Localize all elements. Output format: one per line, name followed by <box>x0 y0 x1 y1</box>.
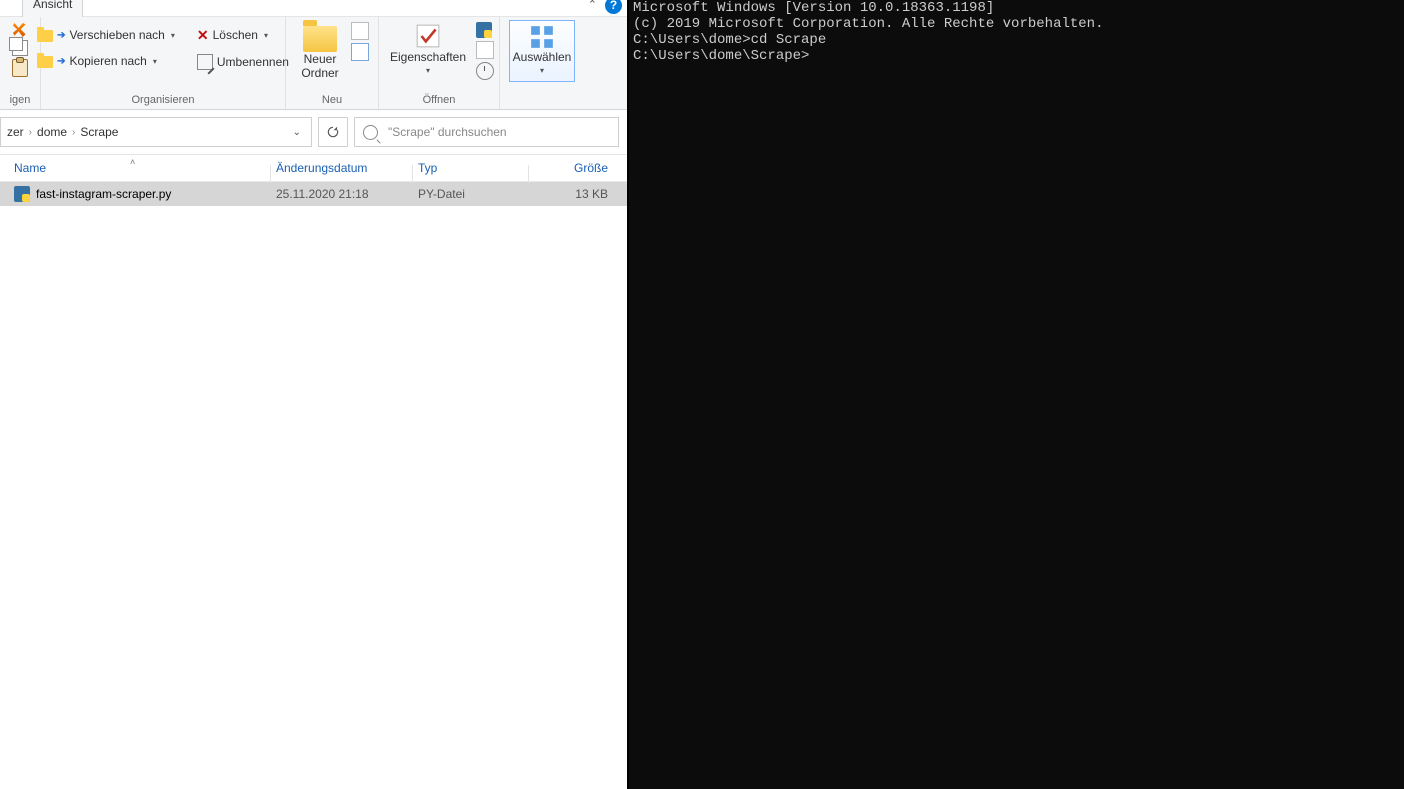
file-list[interactable]: Name ˄ Änderungsdatum Typ Größe fast-ins… <box>0 155 627 789</box>
rename-label: Umbenennen <box>217 55 289 69</box>
file-type: PY-Datei <box>418 187 534 201</box>
sort-asc-icon: ˄ <box>130 157 135 167</box>
breadcrumb-segment[interactable]: zer <box>7 125 24 139</box>
search-input[interactable] <box>386 124 610 140</box>
chevron-right-icon[interactable]: › <box>72 127 75 138</box>
properties-label: Eigenschaften <box>390 50 466 64</box>
file-size: 13 KB <box>534 187 620 201</box>
edit-icon[interactable] <box>476 41 494 59</box>
arrow-right-icon: ➔ <box>57 56 65 67</box>
tab-view[interactable]: Ansicht <box>22 0 83 17</box>
new-folder-label-2: Ordner <box>301 66 338 80</box>
folder-icon <box>37 30 53 42</box>
chevron-down-icon: ▾ <box>153 57 157 66</box>
paste-icon[interactable] <box>12 59 28 77</box>
help-icon[interactable]: ? <box>605 0 622 14</box>
select-button[interactable]: Auswählen ▾ <box>509 20 576 82</box>
copy-to-button[interactable]: ➔ Kopieren nach ▾ <box>33 52 179 70</box>
search-icon <box>363 125 378 140</box>
ribbon-group-label: Neu <box>292 92 372 109</box>
cut-icon[interactable] <box>13 23 27 37</box>
ribbon-group-label: Öffnen <box>385 92 493 109</box>
folder-icon <box>37 56 53 68</box>
ribbon-group-organize: ➔ Verschieben nach ▾ ➔ Kopieren nach ▾ <box>41 17 286 109</box>
delete-label: Löschen <box>213 28 258 42</box>
copy-to-label: Kopieren nach <box>69 54 146 68</box>
ribbon-group-select: Auswählen ▾ <box>500 17 584 109</box>
terminal-line: Microsoft Windows [Version 10.0.18363.11… <box>633 0 1400 16</box>
search-box[interactable] <box>354 117 619 147</box>
ribbon-group-open: Eigenschaften ▾ Öffnen <box>379 17 500 109</box>
ribbon-group-new: Neuer Ordner Neu <box>286 17 379 109</box>
ribbon-group-label: igen <box>6 92 34 109</box>
delete-button[interactable]: ✕ Löschen ▾ <box>193 26 293 44</box>
copy-icon[interactable] <box>12 40 28 56</box>
breadcrumb[interactable]: zer › dome › Scrape ⌄ <box>0 117 312 147</box>
chevron-down-icon: ▾ <box>264 31 268 40</box>
ribbon-group-label <box>506 104 578 109</box>
terminal-prompt[interactable]: C:\Users\dome\Scrape> <box>633 48 1400 64</box>
terminal-line: C:\Users\dome>cd Scrape <box>633 32 1400 48</box>
properties-icon <box>414 22 442 50</box>
easy-access-icon[interactable] <box>351 43 369 61</box>
chevron-right-icon[interactable]: › <box>29 127 32 138</box>
column-header-label: Name <box>14 161 46 175</box>
chevron-down-icon: ▾ <box>171 31 175 40</box>
column-header-row: Name ˄ Änderungsdatum Typ Größe <box>0 155 627 182</box>
collapse-ribbon-icon[interactable]: ⌃ <box>588 0 597 11</box>
terminal-line: (c) 2019 Microsoft Corporation. Alle Rec… <box>633 16 1400 32</box>
move-to-button[interactable]: ➔ Verschieben nach ▾ <box>33 26 179 44</box>
ribbon: igen ➔ Verschieben nach ▾ ➔ <box>0 17 627 110</box>
file-name: fast-instagram-scraper.py <box>36 187 171 201</box>
file-explorer-window: Ansicht ⌃ ? igen <box>0 0 629 789</box>
refresh-icon <box>326 125 340 139</box>
breadcrumb-segment[interactable]: Scrape <box>80 125 118 139</box>
chevron-down-icon: ▾ <box>540 64 544 78</box>
chevron-down-icon[interactable]: ⌄ <box>289 127 305 138</box>
arrow-right-icon: ➔ <box>57 30 65 41</box>
chevron-down-icon: ▾ <box>426 64 430 78</box>
history-icon[interactable] <box>476 62 494 80</box>
command-prompt-window[interactable]: Microsoft Windows [Version 10.0.18363.11… <box>629 0 1404 789</box>
python-file-icon <box>14 186 30 202</box>
open-icon[interactable] <box>476 22 492 38</box>
refresh-button[interactable] <box>318 117 348 147</box>
column-header-date[interactable]: Änderungsdatum <box>276 161 418 175</box>
select-icon <box>529 24 555 50</box>
breadcrumb-segment[interactable]: dome <box>37 125 67 139</box>
new-folder-label-1: Neuer <box>304 52 337 66</box>
column-header-name[interactable]: Name ˄ <box>0 161 276 175</box>
new-folder-button[interactable]: Neuer Ordner <box>295 20 344 82</box>
file-date: 25.11.2020 21:18 <box>276 187 418 201</box>
new-item-icon[interactable] <box>351 22 369 40</box>
file-row[interactable]: fast-instagram-scraper.py 25.11.2020 21:… <box>0 182 627 206</box>
column-header-type[interactable]: Typ <box>418 161 534 175</box>
properties-button[interactable]: Eigenschaften ▾ <box>384 20 472 80</box>
ribbon-tab-strip: Ansicht ⌃ ? <box>0 0 627 17</box>
rename-button[interactable]: Umbenennen <box>193 52 293 72</box>
folder-icon <box>303 26 337 52</box>
rename-icon <box>197 54 213 70</box>
select-label: Auswählen <box>513 50 572 64</box>
ribbon-group-label: Organisieren <box>47 92 279 109</box>
column-header-size[interactable]: Größe <box>534 161 620 175</box>
move-to-label: Verschieben nach <box>69 28 164 42</box>
address-bar-row: zer › dome › Scrape ⌄ <box>0 110 627 155</box>
delete-icon: ✕ <box>197 28 209 42</box>
